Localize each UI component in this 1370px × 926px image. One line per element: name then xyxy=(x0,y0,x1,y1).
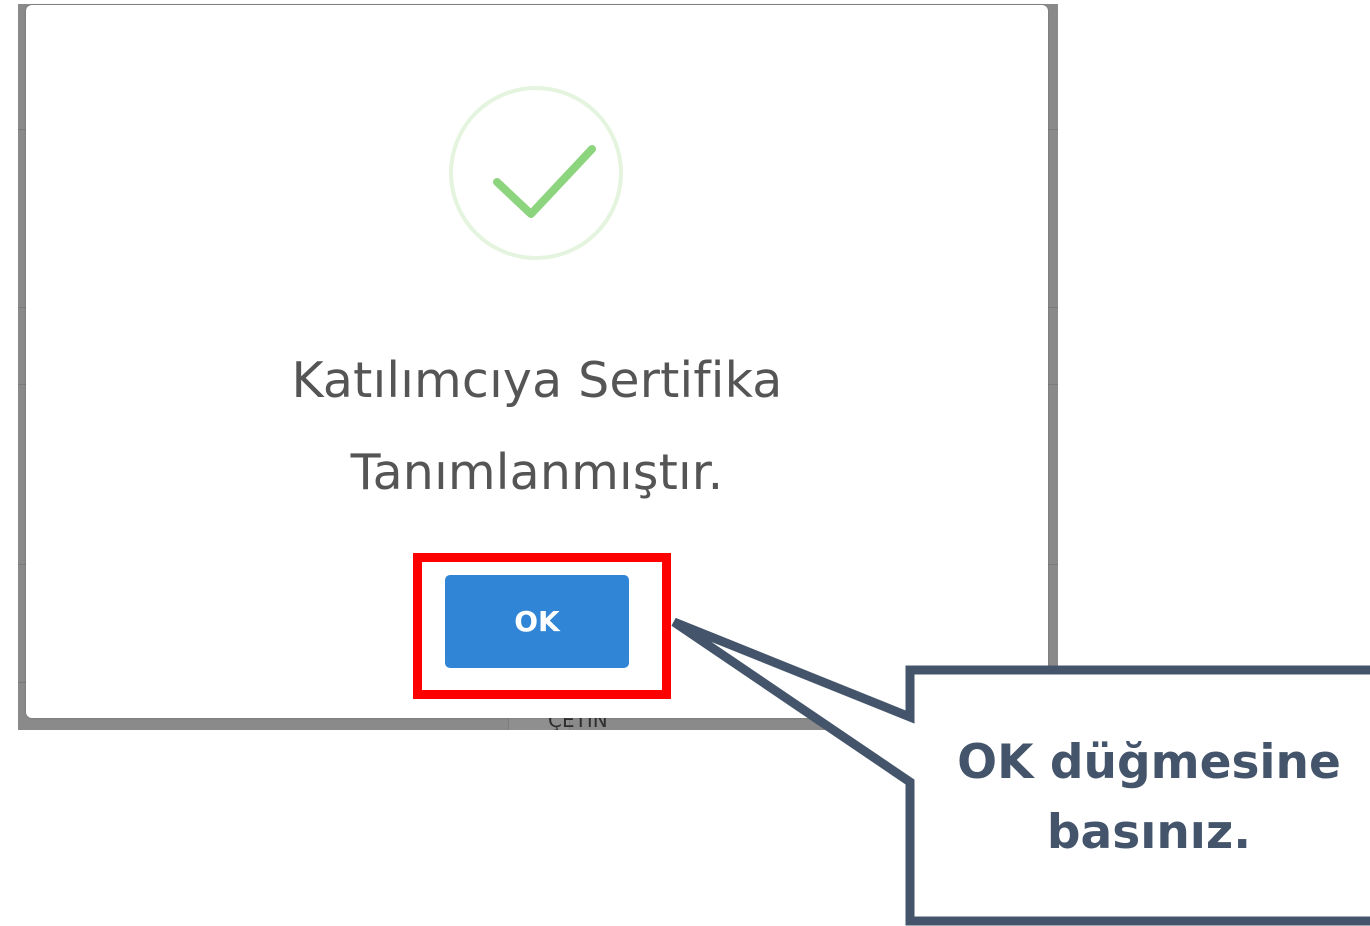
callout-text-content: OK düğmesine basınız. xyxy=(957,735,1341,860)
callout-text: OK düğmesine basınız. xyxy=(912,728,1370,874)
